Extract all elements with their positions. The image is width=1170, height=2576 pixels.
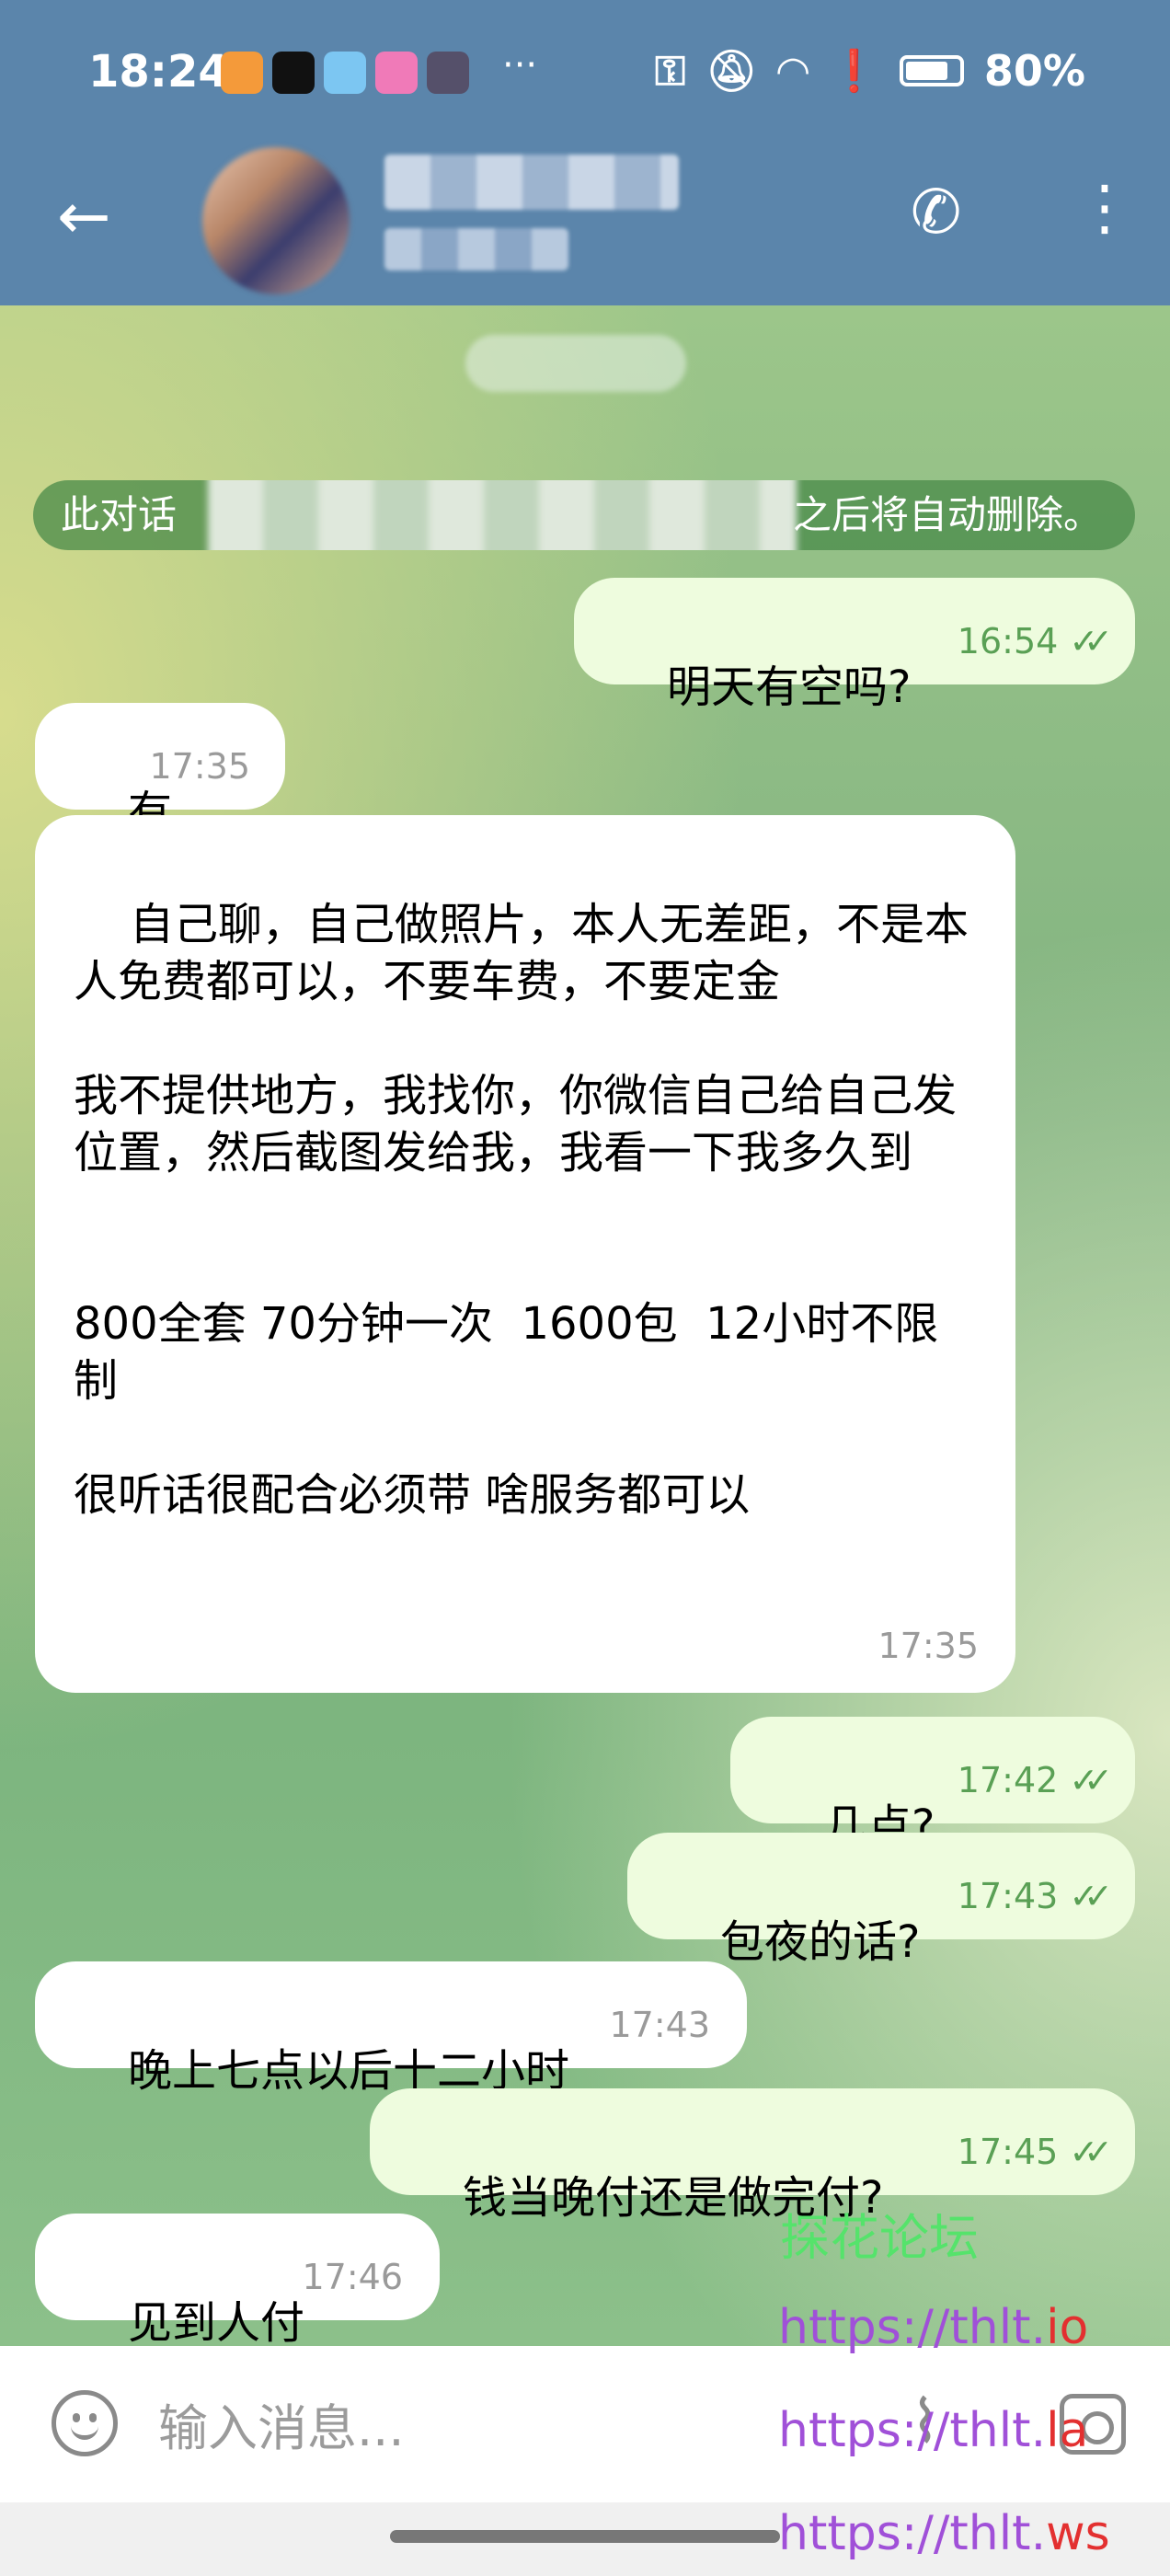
- message-time: 17:43: [609, 2005, 710, 2045]
- watermark-link: https://thlt.la: [778, 2403, 1088, 2458]
- watermark-link-tld: la: [1046, 2403, 1089, 2458]
- message-time: 17:45: [957, 2132, 1059, 2172]
- message-bubble-outgoing[interactable]: 包夜的话? 17:43 ✓✓: [627, 1833, 1135, 1968]
- avatar[interactable]: [202, 147, 350, 294]
- message-time: 17:43: [957, 1876, 1059, 1916]
- status-time: 18:24: [88, 46, 229, 98]
- watermark-link-tld: ws: [1046, 2506, 1110, 2561]
- message-time: 17:42: [957, 1760, 1059, 1800]
- status-bar: 18:24 ··· ⚿ 🔕︎ ◠ ❗ 80%: [0, 0, 1170, 147]
- status-right-icons: ⚿ 🔕︎ ◠ ❗ 80%: [655, 46, 1085, 96]
- back-arrow-icon[interactable]: ←: [57, 184, 111, 248]
- message-text: 见到人付: [128, 2297, 305, 2346]
- app-heart-icon: [221, 52, 263, 94]
- read-check-icon: ✓✓: [1069, 1760, 1113, 1800]
- message-bubble-incoming[interactable]: 有 17:35: [35, 703, 285, 838]
- read-check-icon: ✓✓: [1069, 1876, 1113, 1916]
- battery-fill: [905, 62, 947, 80]
- message-bubble-outgoing[interactable]: 明天有空吗? 16:54 ✓✓: [574, 578, 1135, 713]
- date-pill: [465, 335, 686, 392]
- chat-area[interactable]: 此对话 之后将自动删除。 明天有空吗? 16:54 ✓✓ 有 17:35 自己聊，…: [0, 305, 1170, 2346]
- watermark-link: https://thlt.ws: [778, 2506, 1110, 2561]
- notification-app-icons: [221, 52, 469, 94]
- message-time: 17:35: [149, 746, 250, 787]
- message-time: 17:35: [878, 1626, 979, 1666]
- watermark-link-base: https://thlt.: [778, 2506, 1047, 2561]
- wifi-icon: ◠: [777, 47, 809, 95]
- more-menu-icon[interactable]: ⋮: [1074, 178, 1135, 238]
- message-meta: 16:54 ✓✓: [957, 613, 1113, 670]
- service-message-prefix: 此对话: [61, 492, 178, 537]
- contact-status: [384, 228, 568, 270]
- message-text: 自己聊，自己做照片，本人无差距，不是本人免费都可以，不要车费，不要定金 我不提供…: [74, 899, 969, 1521]
- read-check-icon: ✓✓: [1069, 2132, 1113, 2172]
- app-pink-icon: [375, 52, 418, 94]
- message-time: 17:46: [302, 2257, 403, 2297]
- battery-percent: 80%: [983, 46, 1085, 96]
- home-gesture-handle[interactable]: [390, 2530, 780, 2543]
- service-message-suffix: 之后将自动删除。: [792, 492, 1102, 537]
- tiktok-icon: [272, 52, 315, 94]
- message-bubble-incoming[interactable]: 自己聊，自己做照片，本人无差距，不是本人免费都可以，不要车费，不要定金 我不提供…: [35, 815, 1015, 1693]
- message-meta: 17:43 ✓✓: [957, 1868, 1113, 1925]
- message-bubble-incoming[interactable]: 见到人付 17:46: [35, 2214, 440, 2346]
- contact-name[interactable]: [384, 155, 679, 210]
- message-input[interactable]: [156, 2390, 712, 2466]
- watermark-link-base: https://thlt.: [778, 2300, 1047, 2355]
- watermark-link: https://thlt.io: [778, 2300, 1088, 2355]
- message-bubble-outgoing[interactable]: 钱当晚付还是做完付? 17:45 ✓✓: [370, 2088, 1135, 2224]
- message-time: 16:54: [957, 621, 1059, 661]
- app-blurred-icon: [427, 52, 469, 94]
- phone-call-icon[interactable]: ✆: [911, 177, 961, 247]
- message-text: 明天有空吗?: [667, 661, 912, 713]
- auto-delete-service-message: 此对话 之后将自动删除。: [33, 480, 1135, 550]
- battery-icon: [899, 55, 964, 86]
- mute-icon: 🔕︎: [705, 48, 758, 95]
- message-bubble-incoming[interactable]: 晚上七点以后十二小时 17:43: [35, 1961, 747, 2097]
- top-bar: 18:24 ··· ⚿ 🔕︎ ◠ ❗ 80% ← ✆ ⋮: [0, 0, 1170, 305]
- watermark-title: 探花论坛: [780, 2209, 979, 2267]
- more-notifications-icon: ···: [502, 44, 538, 86]
- key-icon: ⚿: [654, 47, 686, 95]
- read-check-icon: ✓✓: [1069, 621, 1113, 661]
- message-bubble-outgoing[interactable]: 几点? 17:42 ✓✓: [730, 1717, 1135, 1852]
- watermark-link-base: https://thlt.: [778, 2403, 1047, 2458]
- emoji-mouth: [71, 2421, 98, 2440]
- book-app-icon: [324, 52, 366, 94]
- watermark-link-tld: io: [1046, 2300, 1089, 2355]
- message-meta: 17:45 ✓✓: [957, 2123, 1113, 2180]
- message-meta: 17:42 ✓✓: [957, 1752, 1113, 1809]
- message-text: 包夜的话?: [720, 1916, 921, 1968]
- alert-icon: ❗: [829, 48, 879, 95]
- redacted-area: [208, 480, 797, 550]
- emoji-icon[interactable]: [52, 2390, 118, 2456]
